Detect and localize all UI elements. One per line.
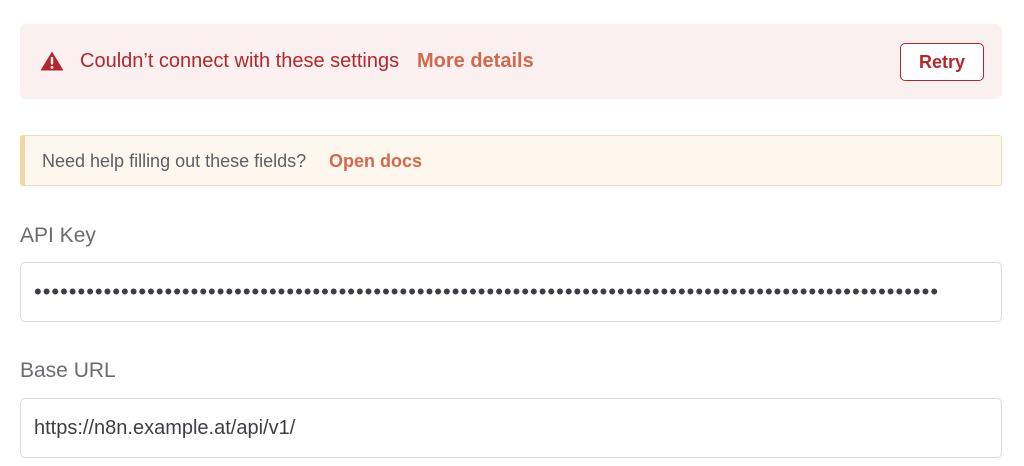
connection-error-banner: Couldn’t connect with these settings Mor… <box>20 24 1002 99</box>
base-url-input[interactable] <box>20 398 1002 458</box>
more-details-link[interactable]: More details <box>417 49 534 73</box>
api-key-label: API Key <box>20 224 96 247</box>
retry-button[interactable]: Retry <box>900 43 984 81</box>
api-key-input[interactable] <box>20 262 1002 322</box>
warning-triangle-icon <box>40 51 64 71</box>
help-text: Need help filling out these fields? <box>42 151 307 171</box>
error-message: Couldn’t connect with these settings <box>80 50 400 72</box>
help-callout: Need help filling out these fields? Open… <box>20 135 1002 186</box>
open-docs-link[interactable]: Open docs <box>329 149 422 173</box>
credential-settings-panel: Couldn’t connect with these settings Mor… <box>0 0 1024 466</box>
base-url-label: Base URL <box>20 359 116 382</box>
